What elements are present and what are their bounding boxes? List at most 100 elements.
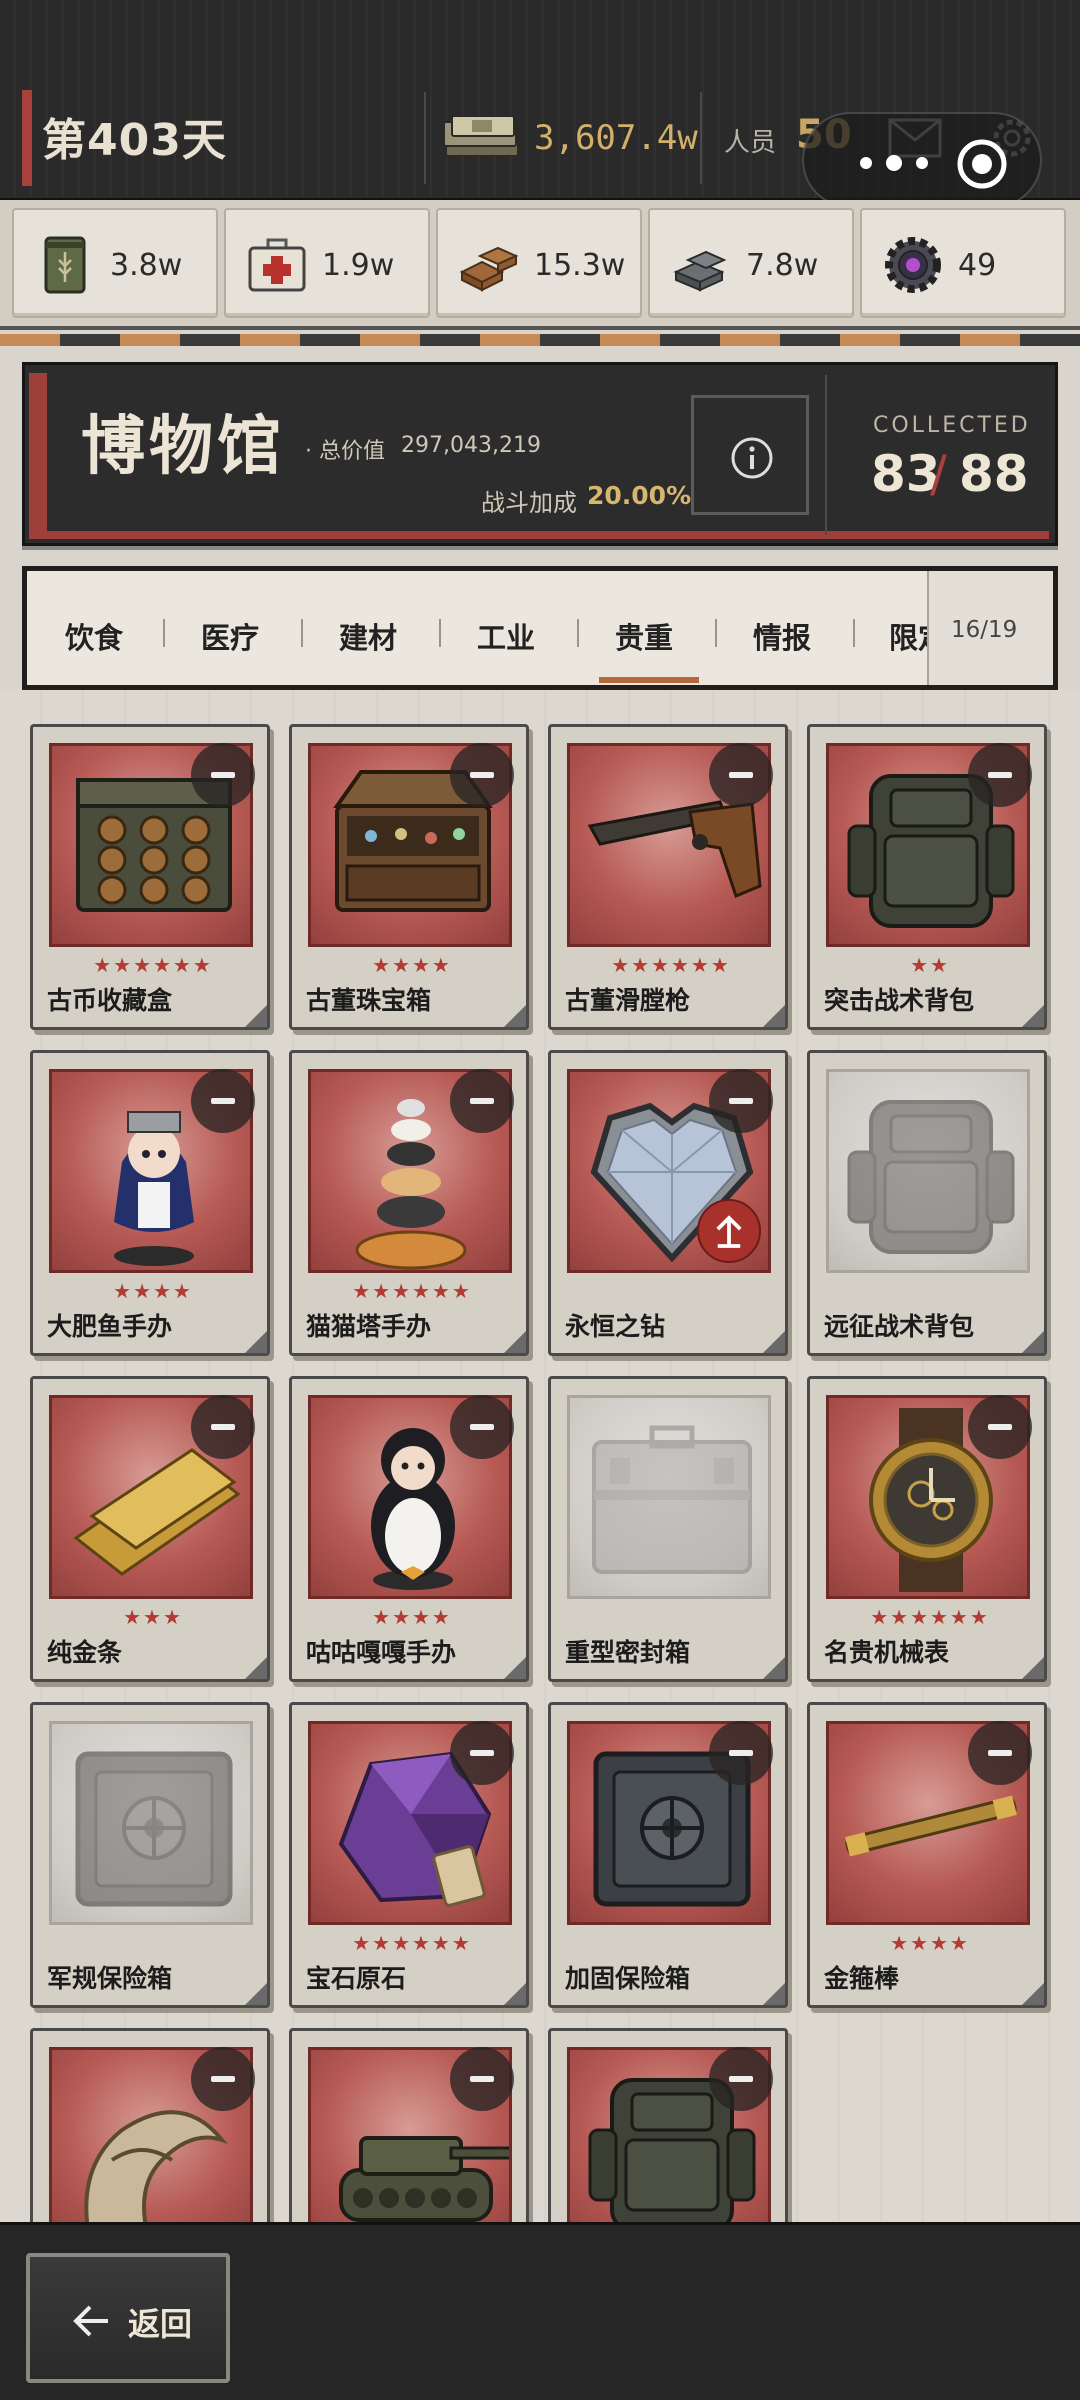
collection-item-card[interactable]: 加固保险箱: [548, 1702, 788, 2008]
tab-building[interactable]: 建材: [339, 615, 397, 657]
category-tabs: 饮食 医疗 建材 工业 贵重 情报 限定 16/19: [22, 566, 1058, 690]
info-button[interactable]: [691, 395, 809, 515]
tab-food[interactable]: 饮食: [65, 615, 123, 657]
info-icon: [731, 437, 773, 479]
collection-item-card[interactable]: [289, 2028, 529, 2222]
page-title: 博物馆: [81, 410, 285, 484]
star-rating: ★★★★★★: [93, 953, 213, 977]
collection-item-card[interactable]: ★★★★★★ 古董滑膛枪: [548, 724, 788, 1030]
item-name: 猫猫塔手办: [306, 1312, 432, 1341]
total-value-label: · 总价值: [305, 439, 385, 464]
item-name: 名贵机械表: [824, 1638, 950, 1667]
remove-item-button[interactable]: [191, 743, 255, 807]
tab-item-count: 16/19: [951, 617, 1018, 643]
card-corner: [1022, 1657, 1044, 1679]
collection-item-card[interactable]: ★★★ 纯金条: [30, 1376, 270, 1682]
remove-item-button[interactable]: [191, 1395, 255, 1459]
remove-item-button[interactable]: [450, 1069, 514, 1133]
remove-item-button[interactable]: [450, 2047, 514, 2111]
collection-item-card[interactable]: ★★ 突击战术背包: [807, 724, 1047, 1030]
card-corner: [763, 1657, 785, 1679]
star-rating: ★★★★: [372, 953, 452, 977]
banner-accent: [29, 373, 47, 537]
card-corner: [245, 1331, 267, 1353]
banner-accent-bottom: [29, 531, 1049, 539]
collected-total: 88: [959, 445, 1029, 503]
upgrade-button[interactable]: [697, 1199, 761, 1263]
collection-item-card[interactable]: ★★★★ 古董珠宝箱: [289, 724, 529, 1030]
resource-parts[interactable]: 49: [860, 208, 1066, 318]
close-miniapp-icon[interactable]: [956, 138, 1008, 190]
resource-medical[interactable]: 1.9w: [224, 208, 430, 318]
collection-item-card[interactable]: 远征战术背包: [807, 1050, 1047, 1356]
tab-separator: [577, 619, 579, 647]
card-corner: [1022, 1983, 1044, 2005]
item-name: 宝石原石: [306, 1964, 407, 1993]
collection-item-card[interactable]: ★★★★★★ 猫猫塔手办: [289, 1050, 529, 1356]
day-counter: 第403天: [42, 115, 227, 166]
collection-item-card[interactable]: ★★★★★★ 名贵机械表: [807, 1376, 1047, 1682]
divider: [424, 92, 426, 184]
tab-intel[interactable]: 情报: [753, 615, 811, 657]
tab-industry[interactable]: 工业: [477, 615, 535, 657]
back-button[interactable]: 返回: [26, 2253, 230, 2383]
star-rating: ★★★★★★: [611, 953, 731, 977]
back-label: 返回: [128, 2305, 193, 2343]
item-name: 远征战术背包: [824, 1312, 975, 1341]
gear-chip-icon: [885, 237, 941, 293]
tab-medical[interactable]: 医疗: [201, 615, 259, 657]
tab-separator: [715, 619, 717, 647]
star-rating: ★★★★★★: [352, 1279, 472, 1303]
collection-item-card[interactable]: [548, 2028, 788, 2222]
collection-item-card[interactable]: ★★★★ 咕咕嘎嘎手办: [289, 1376, 529, 1682]
remove-item-button[interactable]: [450, 1395, 514, 1459]
collection-item-card[interactable]: [30, 2028, 270, 2222]
card-corner: [245, 1983, 267, 2005]
remove-item-button[interactable]: [968, 743, 1032, 807]
resource-industry-value: 7.8w: [746, 248, 819, 283]
collection-item-card[interactable]: ★★★★ 金箍棒: [807, 1702, 1047, 2008]
remove-item-button[interactable]: [709, 1069, 773, 1133]
remove-item-button[interactable]: [191, 2047, 255, 2111]
resource-industry[interactable]: 7.8w: [648, 208, 854, 318]
resource-parts-value: 49: [958, 248, 997, 283]
bottom-bar: 返回: [0, 2222, 1080, 2400]
item-name: 突击战术背包: [824, 986, 975, 1015]
remove-item-button[interactable]: [709, 2047, 773, 2111]
item-name: 大肥鱼手办: [47, 1312, 173, 1341]
divider: [700, 92, 702, 184]
collection-item-card[interactable]: 军规保险箱: [30, 1702, 270, 2008]
tab-limited[interactable]: 限定: [889, 615, 927, 657]
remove-item-button[interactable]: [191, 1069, 255, 1133]
cash-value: 3,607.4w: [534, 118, 698, 158]
star-rating: ★★★★★★: [870, 1605, 990, 1629]
arrow-left-icon: [73, 2305, 108, 2337]
combat-bonus-label: 战斗加成: [481, 489, 577, 517]
remove-item-button[interactable]: [450, 743, 514, 807]
arrow-up-icon: [716, 1215, 742, 1248]
remove-item-button[interactable]: [968, 1721, 1032, 1785]
food-can-icon: [44, 236, 86, 294]
star-rating: ★★★★★★: [352, 1931, 472, 1955]
remove-item-button[interactable]: [709, 1721, 773, 1785]
collection-item-card[interactable]: ★★★★★★ 宝石原石: [289, 1702, 529, 2008]
collection-item-card[interactable]: ★★★★★★ 古币收藏盒: [30, 724, 270, 1030]
safe-icon: [49, 1721, 253, 1925]
resource-food[interactable]: 3.8w: [12, 208, 218, 318]
star-rating: ★★★: [123, 1605, 183, 1629]
remove-item-button[interactable]: [709, 743, 773, 807]
star-rating: ★★★★: [372, 1605, 452, 1629]
collection-item-card[interactable]: ★★★★ 大肥鱼手办: [30, 1050, 270, 1356]
card-corner: [763, 1983, 785, 2005]
collection-item-card[interactable]: 重型密封箱: [548, 1376, 788, 1682]
resource-building[interactable]: 15.3w: [436, 208, 642, 318]
card-corner: [763, 1005, 785, 1027]
item-name: 金箍棒: [824, 1964, 900, 1993]
wood-planks-icon: [459, 246, 519, 292]
card-corner: [1022, 1331, 1044, 1353]
remove-item-button[interactable]: [968, 1395, 1032, 1459]
more-options-icon[interactable]: [854, 154, 934, 172]
collection-item-card[interactable]: 永恒之钻: [548, 1050, 788, 1356]
remove-item-button[interactable]: [450, 1721, 514, 1785]
tab-valuables[interactable]: 贵重: [615, 615, 673, 657]
